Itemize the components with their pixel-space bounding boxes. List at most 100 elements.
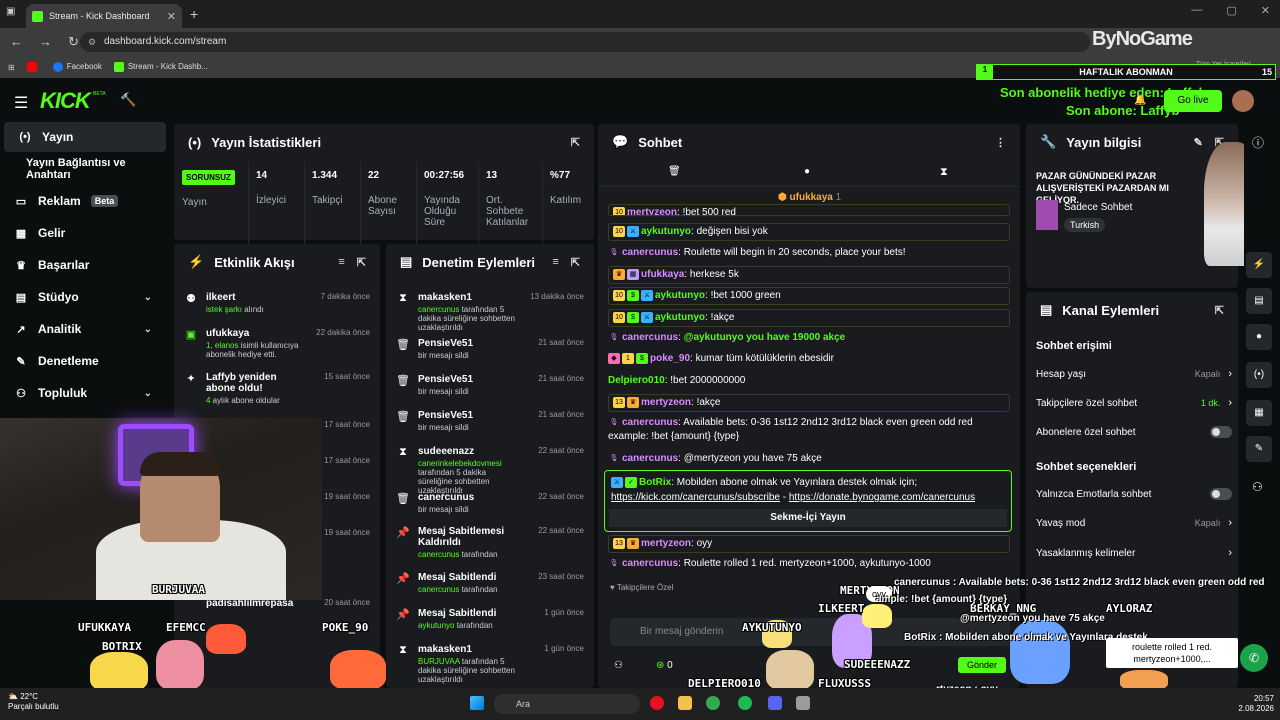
chat-message: 10 $ ⚔ aykutunyo: !akçe [608,309,1010,327]
sidebar-item-achievements[interactable]: ♛ Başarılar [0,250,166,280]
sidebar-item-community[interactable]: ⚇ Topluluk ⌄ [0,378,166,408]
chat-message: 🎙 canercunus: @mertyzeon you have 75 akçe [609,453,822,464]
filter-icon[interactable]: ≡ [552,256,558,269]
sidebar-item-stream[interactable]: (•) Yayın [4,122,166,152]
start-button[interactable] [470,696,484,710]
maximize-icon[interactable]: ▢ [1226,4,1236,17]
back-icon[interactable]: ← [10,34,23,50]
community-icon[interactable]: ⚇ [1252,480,1263,494]
stat-engagement: %77 Katılım [550,170,582,206]
subscribers-only-toggle[interactable] [1210,426,1232,438]
trash-tab-icon[interactable]: 🗑 [668,166,681,177]
tab-search-icon[interactable]: ▣ [6,6,15,17]
avatar[interactable] [1232,90,1254,112]
emote-only-toggle[interactable] [1210,488,1232,500]
menu-icon[interactable]: ☰ [14,93,28,113]
chat-tab-icon[interactable]: ● [804,166,810,177]
overlay-username: EFEMCC [166,621,206,634]
facebook-bookmark[interactable]: Facebook [52,62,102,72]
pet-sprite-image [330,650,386,690]
chevron-down-icon: ⌄ [143,387,152,399]
gift-icon: ▣ [185,329,197,341]
mod-tools-icon[interactable]: 🔨 [120,92,136,108]
popout-icon[interactable]: ⇱ [571,136,580,149]
followers-only-row[interactable]: Takipçilere özel sohbet 1 dk. › [1036,397,1232,409]
trash-icon: 🗑 [396,339,410,351]
banned-words-row[interactable]: Yasaklanmış kelimeler › [1036,547,1232,559]
chat-message: ◆ 1 $ poke_90: kumar tüm kötülüklerin ebesi… [608,352,1010,366]
popout-icon[interactable]: ⇱ [571,256,580,269]
donate-link[interactable]: https://donate.bynogame.com/canercunus [789,492,975,503]
account-age-row[interactable]: Hesap yaşı Kapalı › [1036,368,1232,380]
channel-actions-header: ▤ Kanal Eylemleri ⇱ [1040,302,1224,318]
browser-tab[interactable]: Stream - Kick Dashboard ✕ [26,4,182,28]
timeout-tab-icon[interactable]: ⧗ [940,166,948,179]
stream-title: PAZAR GÜNÜNDEKİ PAZAR ALIŞVERİŞTEKİ PAZA… [1036,171,1169,205]
document-button[interactable]: ▦ [1246,400,1272,426]
lightning-button[interactable]: ⚡ [1246,252,1272,278]
wrench-button[interactable]: ✎ [1246,436,1272,462]
list-item: 🗑 PensieVe51 bir mesajı sildi 21 saat önce [396,374,584,396]
sidebar-item-moderation[interactable]: ✎ Denetleme [0,346,166,376]
sidebar: (•) Yayın Yayın Bağlantısı ve Anahtarı ▭ R… [0,122,170,422]
wrench-icon: ✎ [16,355,26,368]
points-icon[interactable]: ⚇ [614,660,623,671]
send-button[interactable]: Gönder [958,657,1006,673]
edit-icon[interactable]: ✎ [1194,136,1203,149]
weather-widget[interactable]: ⛅ 22°C Parçalı bulutlu [8,692,59,712]
kick-bookmark[interactable]: Stream - Kick Dashb... [113,62,208,72]
clipboard-button[interactable]: ▤ [1246,288,1272,314]
slow-mode-row[interactable]: Yavaş mod Kapalı › [1036,517,1232,529]
list-item: 🗑 PensieVe51 bir mesajı sildi 21 saat önce [396,410,584,432]
minimize-icon[interactable]: — [1191,4,1202,17]
notification-icon[interactable]: 🔔 [1134,95,1146,106]
list-item: 📌 Mesaj Sabitlendi canercunus tarafından 23… [396,572,584,594]
chat-message: 13 ♛ mertyzeon: !akçe [608,394,1010,412]
folder-icon[interactable] [678,696,692,710]
close-window-icon[interactable]: ✕ [1261,4,1270,17]
chat-message: 10 $ ⚔ aykutunyo: !bet 1000 green [608,287,1010,305]
forward-icon[interactable]: → [39,34,52,50]
spotify-icon[interactable] [738,696,752,710]
whatsapp-icon[interactable]: ✆ [1240,644,1268,672]
new-tab-icon[interactable]: + [190,6,198,22]
chrome-icon[interactable] [706,696,720,710]
sidebar-item-revenue[interactable]: ▦ Gelir [0,218,166,248]
sidebar-item-analytics[interactable]: ↗ Analitik ⌄ [0,314,166,344]
info-icon[interactable]: ⓘ [1252,134,1264,151]
window-controls: — ▢ ✕ [1191,4,1270,17]
trash-icon: 🗑 [396,493,410,505]
discord-icon[interactable] [768,696,782,710]
broadcast-button[interactable]: (•) [1246,362,1272,388]
url-field[interactable]: ⚙ dashboard.kick.com/stream [80,32,1090,52]
close-tab-icon[interactable]: ✕ [167,10,176,23]
taskbar [0,688,1280,720]
apps-icon[interactable]: ⊞ [8,63,15,72]
chat-button[interactable]: ● [1246,324,1272,350]
chevron-right-icon: › [1228,517,1232,529]
filter-icon[interactable]: ≡ [338,256,344,269]
stat-followers: 1.344 Takipçi [312,170,343,206]
kick-logo[interactable]: KICK [40,88,91,114]
timeout-icon: ⧗ [399,446,407,458]
popout-icon[interactable]: ⇱ [1215,304,1224,317]
sidebar-item-stream-key[interactable]: Yayın Bağlantısı ve Anahtarı [0,154,166,184]
more-icon[interactable]: ⋮ [995,136,1006,149]
in-tab-stream-button[interactable]: Sekme-İçi Yayın [609,509,1007,527]
subscribe-link[interactable]: https://kick.com/canercunus/subscribe [611,492,780,503]
go-live-button[interactable]: Go live [1164,90,1222,112]
sidebar-item-studio[interactable]: ▤ Stüdyo ⌄ [0,282,166,312]
youtube-bookmark[interactable] [26,62,41,72]
reload-icon[interactable]: ↻ [68,34,79,50]
list-item: ⧗ makasken1 BURJUVAA tarafından 5 dakika s… [386,644,594,684]
chevron-right-icon: › [1228,397,1232,409]
app-icon[interactable] [796,696,810,710]
app-icon[interactable] [650,696,664,710]
sidebar-item-ads[interactable]: ▭ Reklam Beta [0,186,166,216]
popout-icon[interactable]: ⇱ [357,256,366,269]
taskbar-search[interactable]: Ara [494,694,640,714]
overlay-chat-line: @mertyzeon you have 75 akçe [960,613,1105,624]
botrix-message: ⚔ ✓ BotRix: Mobilden abone olmak ve Yayınl… [604,470,1012,532]
site-info-icon[interactable]: ⚙ [88,32,96,52]
clock[interactable]: 20:57 2.08.2026 [1218,694,1274,714]
